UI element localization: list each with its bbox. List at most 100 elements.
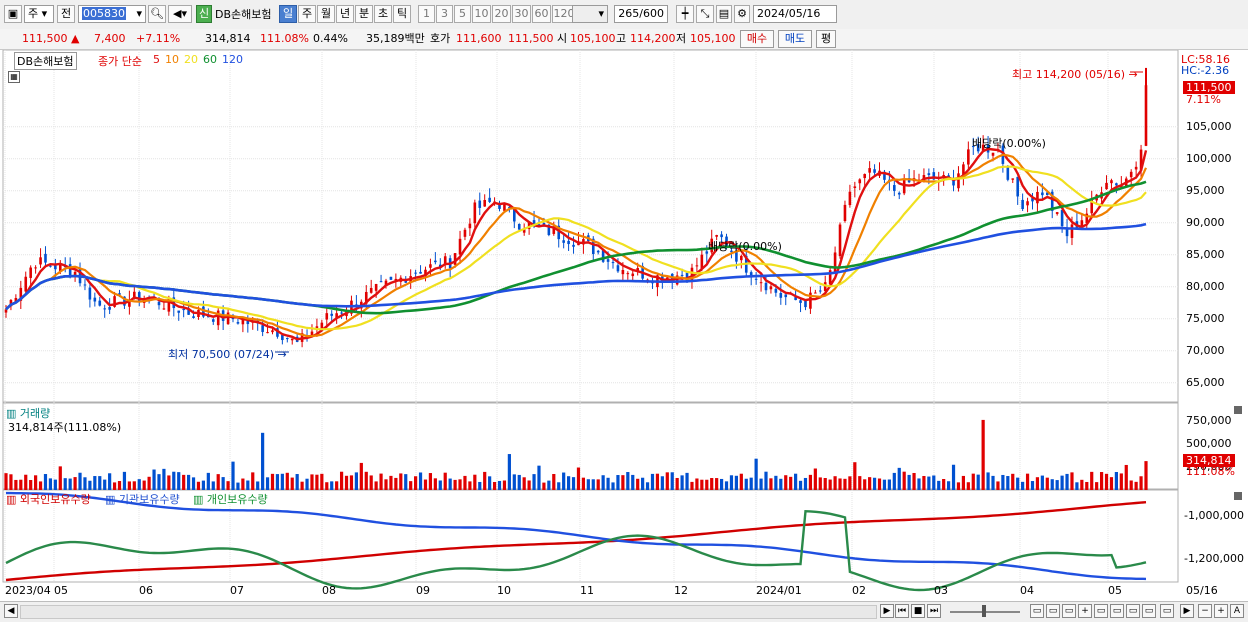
window-menu-icon[interactable]: ▣ xyxy=(4,5,22,23)
volume-bar xyxy=(863,479,867,490)
minute-button-2[interactable]: 5 xyxy=(454,5,471,23)
volume-bar xyxy=(1114,472,1118,490)
current-price-pct: 7.11% xyxy=(1186,93,1221,106)
volume-bar xyxy=(976,474,980,490)
search-icon[interactable]: 🔍︎ xyxy=(148,5,166,23)
minute-button-1[interactable]: 3 xyxy=(436,5,453,23)
tool-icon-6[interactable]: ▭ xyxy=(1126,604,1140,618)
candle-body xyxy=(700,254,704,269)
last-page-icon[interactable]: ⏭ xyxy=(927,604,941,618)
font-size-icon[interactable]: A xyxy=(1230,604,1244,618)
volume-bar xyxy=(512,474,516,490)
volume-bar xyxy=(1124,464,1128,490)
save-icon[interactable]: ▤ xyxy=(716,5,732,23)
volume-ratio: 111.08% xyxy=(260,32,309,45)
minute-button-4[interactable]: 20 xyxy=(492,5,511,23)
chart-type-icon[interactable]: ┿ xyxy=(676,5,694,23)
draw-tool-icon[interactable]: ⤡ xyxy=(696,5,714,23)
period-button-5[interactable]: 초 xyxy=(374,5,392,23)
data-count-field[interactable]: 265/600 xyxy=(614,5,668,23)
calculator-icon[interactable]: ▦ xyxy=(8,71,20,83)
date-field[interactable]: 2024/05/16 xyxy=(753,5,837,23)
period-button-3[interactable]: 년 xyxy=(336,5,354,23)
scroll-left-icon[interactable]: ◀ xyxy=(4,604,18,618)
period-button-4[interactable]: 분 xyxy=(355,5,373,23)
price-change-pct: +7.11% xyxy=(136,32,181,45)
candle-body xyxy=(764,282,768,291)
horizontal-scrollbar[interactable] xyxy=(20,605,877,619)
holders-pane-close-icon[interactable] xyxy=(1234,492,1242,500)
candle-body xyxy=(281,335,284,341)
candle-body xyxy=(1105,182,1108,190)
zoom-in-icon[interactable]: + xyxy=(1214,604,1228,618)
first-page-icon[interactable]: ⏮ xyxy=(895,604,909,618)
period-button-0[interactable]: 일 xyxy=(279,5,297,23)
speaker-icon[interactable]: ◀▾ xyxy=(168,5,192,23)
candle-body xyxy=(192,316,195,318)
tool-icon-3[interactable]: ▭ xyxy=(1062,604,1076,618)
volume-pane-close-icon[interactable] xyxy=(1234,406,1242,414)
volume-bar xyxy=(339,471,344,490)
volume-bar xyxy=(473,474,477,490)
volume-bar xyxy=(34,475,38,490)
tool-icon-5[interactable]: ▭ xyxy=(1110,604,1124,618)
tool-icon-8[interactable]: ▭ xyxy=(1160,604,1174,618)
volume-bar xyxy=(1021,481,1025,490)
candle-body xyxy=(562,240,565,243)
candle-body xyxy=(774,288,778,293)
minute-button-5[interactable]: 30 xyxy=(512,5,531,23)
volume-bar xyxy=(117,481,122,490)
volume-bar xyxy=(73,477,77,490)
stock-chart[interactable] xyxy=(0,49,1248,602)
candle-body xyxy=(818,290,822,292)
interval-select[interactable]: ▾ xyxy=(572,5,608,23)
evaluation-button[interactable]: 평 xyxy=(816,30,836,48)
candle-body xyxy=(473,202,477,224)
candle-body xyxy=(611,262,615,264)
volume-bar xyxy=(256,481,260,490)
period-button-6[interactable]: 틱 xyxy=(393,5,411,23)
buy-button[interactable]: 매수 xyxy=(740,30,774,48)
scroll-right-icon[interactable]: ▶ xyxy=(880,604,894,618)
period-button-1[interactable]: 주 xyxy=(298,5,316,23)
zoom-slider-thumb[interactable] xyxy=(982,605,986,617)
volume-bar xyxy=(478,481,482,490)
tool-icon-2[interactable]: ▭ xyxy=(1046,604,1060,618)
volume-bar xyxy=(251,472,255,490)
volume-bar xyxy=(142,480,146,490)
volume-bar xyxy=(626,472,630,490)
price-tick: 65,000 xyxy=(1186,375,1225,389)
volume-bar xyxy=(68,478,72,490)
crosshair-icon[interactable]: + xyxy=(1078,604,1092,618)
minute-button-6[interactable]: 60 xyxy=(532,5,551,23)
prev-button[interactable]: 전 xyxy=(57,5,75,23)
tool-icon-4[interactable]: ▭ xyxy=(1094,604,1108,618)
tool-icon-7[interactable]: ▭ xyxy=(1142,604,1156,618)
scroll-right-end-icon[interactable]: ▶ xyxy=(1180,604,1194,618)
stock-code-input[interactable]: 005830 ▾ xyxy=(78,5,146,23)
chart-area[interactable]: DB손해보험 종가 단순 5 10 20 60 120 ▦ 최고 114,200 (05… xyxy=(0,49,1248,602)
volume-bar xyxy=(922,475,926,490)
volume-bar xyxy=(354,472,358,490)
tool-icon-1[interactable]: ▭ xyxy=(1030,604,1044,618)
period-button-2[interactable]: 월 xyxy=(317,5,335,23)
candle-body xyxy=(626,273,630,275)
candle-body xyxy=(1021,199,1024,210)
period-type-select[interactable]: 주 ▾ xyxy=(24,5,54,23)
candle-body xyxy=(379,281,383,283)
volume-bar xyxy=(103,479,107,490)
minute-button-0[interactable]: 1 xyxy=(418,5,435,23)
candle-body xyxy=(596,250,600,253)
volume-bar xyxy=(892,472,896,490)
volume-bar xyxy=(379,473,383,490)
minute-button-3[interactable]: 10 xyxy=(472,5,491,23)
zoom-out-icon[interactable]: − xyxy=(1198,604,1212,618)
candle-body xyxy=(868,168,871,173)
volume-bar xyxy=(112,482,117,490)
volume-bar xyxy=(803,477,808,490)
stop-icon[interactable]: ■ xyxy=(911,604,925,618)
sell-button[interactable]: 매도 xyxy=(778,30,812,48)
candle-body xyxy=(814,292,817,294)
gear-icon[interactable]: ⚙ xyxy=(734,5,750,23)
volume-bar xyxy=(492,481,497,490)
